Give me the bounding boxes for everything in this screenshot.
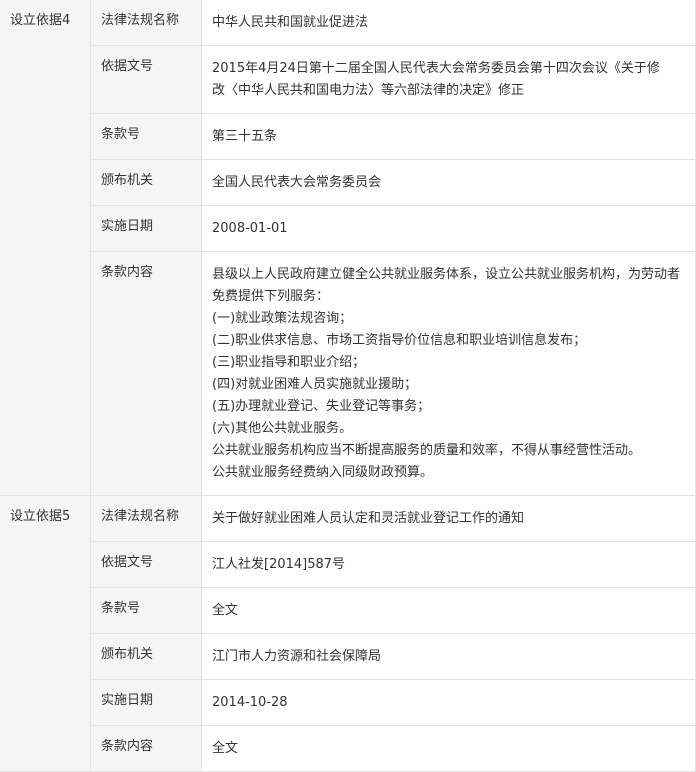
row-value: 关于做好就业困难人员认定和灵活就业登记工作的通知: [202, 496, 695, 541]
row-value: 全文: [202, 588, 695, 633]
value-line: 全国人民代表大会常务委员会: [212, 175, 382, 190]
row-label: 颁布机关: [101, 647, 154, 662]
row-label: 颁布机关: [101, 173, 154, 188]
value-line: 公共就业服务经费纳入同级财政预算。: [212, 465, 434, 480]
row-value: 全文: [202, 726, 695, 771]
table-row: 设立依据4 法律法规名称 中华人民共和国就业促进法: [0, 0, 696, 496]
row-value-cell: 第三十五条: [201, 113, 696, 160]
section-title: 设立依据4: [10, 13, 71, 28]
value-line: (六)其他公共就业服务。: [212, 421, 353, 436]
row-value-cell: 江人社发[2014]587号: [201, 541, 696, 588]
value-line: 全文: [212, 603, 239, 618]
value-line: (五)办理就业登记、失业登记等事务；: [212, 399, 431, 414]
basis-table-body: 设立依据4 法律法规名称 中华人民共和国就业促进法 依据文号 2015年4月24…: [0, 0, 696, 772]
row-value: 全国人民代表大会常务委员会: [202, 160, 695, 205]
value-line: (二)职业供求信息、市场工资指导价位信息和职业培训信息发布；: [212, 333, 587, 348]
table-row: 颁布机关 江门市人力资源和社会保障局: [0, 633, 696, 680]
row-label: 法律法规名称: [101, 13, 180, 28]
table-row: 依据文号 2015年4月24日第十二届全国人民代表大会常务委员会第十四次会议《关…: [0, 45, 696, 114]
section-title-cell: 设立依据5: [0, 495, 91, 772]
value-line: 改〈中华人民共和国电力法〉等六部法律的决定》修正: [212, 83, 525, 98]
value-line: (四)对就业困难人员实施就业援助；: [212, 377, 418, 392]
row-label: 法律法规名称: [101, 509, 180, 524]
row-value: 江人社发[2014]587号: [202, 542, 695, 587]
row-value-cell: 全文: [201, 587, 696, 634]
value-line: 江人社发[2014]587号: [212, 557, 346, 572]
row-value: 2015年4月24日第十二届全国人民代表大会常务委员会第十四次会议《关于修 改〈…: [202, 46, 695, 113]
row-value-cell: 全文: [201, 725, 696, 772]
value-line: 县级以上人民政府建立健全公共就业服务体系，设立公共就业服务机构，为劳动者: [212, 267, 681, 282]
row-value-cell: 2014-10-28: [201, 679, 696, 726]
row-label: 依据文号: [101, 59, 154, 74]
table-row: 条款号 全文: [0, 587, 696, 634]
row-label-cell: 条款号: [90, 113, 202, 160]
row-label-cell: 依据文号: [90, 45, 202, 114]
value-line: 2015年4月24日第十二届全国人民代表大会常务委员会第十四次会议《关于修: [212, 61, 660, 76]
row-label-cell: 实施日期: [90, 679, 202, 726]
section-title-cell: 设立依据4: [0, 0, 91, 496]
row-label-cell: 条款内容: [90, 725, 202, 772]
row-value-cell: 2008-01-01: [201, 205, 696, 252]
row-value-cell: 中华人民共和国就业促进法: [201, 0, 696, 46]
table-row: 条款内容 全文: [0, 725, 696, 772]
row-label-cell: 颁布机关: [90, 633, 202, 680]
row-value-cell: 2015年4月24日第十二届全国人民代表大会常务委员会第十四次会议《关于修 改〈…: [201, 45, 696, 114]
table-row: 条款内容 县级以上人民政府建立健全公共就业服务体系，设立公共就业服务机构，为劳动…: [0, 251, 696, 496]
value-line: 中华人民共和国就业促进法: [212, 15, 369, 30]
row-label: 实施日期: [101, 693, 154, 708]
row-label-cell: 实施日期: [90, 205, 202, 252]
row-value: 中华人民共和国就业促进法: [202, 0, 695, 45]
value-line: 关于做好就业困难人员认定和灵活就业登记工作的通知: [212, 511, 525, 526]
row-label: 条款内容: [101, 739, 154, 754]
row-label-cell: 法律法规名称: [90, 0, 202, 46]
table-row: 设立依据5 法律法规名称 关于做好就业困难人员认定和灵活就业登记工作的通知: [0, 495, 696, 772]
row-value-cell: 江门市人力资源和社会保障局: [201, 633, 696, 680]
value-line: 公共就业服务机构应当不断提高服务的质量和效率，不得从事经营性活动。: [212, 443, 642, 458]
value-line: 江门市人力资源和社会保障局: [212, 649, 382, 664]
value-line: 全文: [212, 741, 239, 756]
row-label: 条款内容: [101, 265, 154, 280]
row-value-cell: 全国人民代表大会常务委员会: [201, 159, 696, 206]
section-title: 设立依据5: [10, 509, 71, 524]
row-value: 江门市人力资源和社会保障局: [202, 634, 695, 679]
row-label-cell: 法律法规名称: [90, 495, 202, 542]
basis-table: 设立依据4 法律法规名称 中华人民共和国就业促进法 依据文号 2015年4月24…: [0, 0, 696, 772]
table-row: 颁布机关 全国人民代表大会常务委员会: [0, 159, 696, 206]
value-line: (三)职业指导和职业介绍；: [212, 355, 366, 370]
table-row: 条款号 第三十五条: [0, 113, 696, 160]
row-label: 依据文号: [101, 555, 154, 570]
row-label: 条款号: [101, 127, 141, 142]
value-line: 免费提供下列服务：: [212, 289, 330, 304]
row-value: 2008-01-01: [202, 206, 695, 251]
row-value: 第三十五条: [202, 114, 695, 159]
value-line: 2014-10-28: [212, 695, 288, 710]
table-row: 实施日期 2008-01-01: [0, 205, 696, 252]
row-label-cell: 依据文号: [90, 541, 202, 588]
row-value: 2014-10-28: [202, 680, 695, 725]
row-label-cell: 条款内容: [90, 251, 202, 496]
row-value-cell: 县级以上人民政府建立健全公共就业服务体系，设立公共就业服务机构，为劳动者 免费提…: [201, 251, 696, 496]
row-label: 实施日期: [101, 219, 154, 234]
value-line: (一)就业政策法规咨询；: [212, 311, 353, 326]
value-line: 第三十五条: [212, 129, 278, 144]
value-line: 2008-01-01: [212, 221, 288, 236]
table-row: 实施日期 2014-10-28: [0, 679, 696, 726]
row-value: 县级以上人民政府建立健全公共就业服务体系，设立公共就业服务机构，为劳动者 免费提…: [202, 252, 695, 495]
row-label: 条款号: [101, 601, 141, 616]
row-value-cell: 关于做好就业困难人员认定和灵活就业登记工作的通知: [201, 495, 696, 542]
table-row: 依据文号 江人社发[2014]587号: [0, 541, 696, 588]
row-label-cell: 颁布机关: [90, 159, 202, 206]
row-label-cell: 条款号: [90, 587, 202, 634]
